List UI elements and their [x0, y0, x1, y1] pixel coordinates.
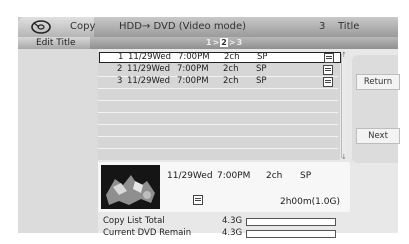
return-button[interactable]: Return	[356, 74, 400, 90]
detail-channel: 2ch	[266, 171, 283, 181]
memo-icon	[324, 53, 334, 63]
chevron-up-icon[interactable]: ↑	[341, 51, 347, 59]
title-channel: 2ch	[223, 76, 239, 86]
memo-icon	[323, 77, 333, 87]
next-button[interactable]: Next	[356, 128, 400, 144]
list-item-empty	[98, 136, 338, 149]
detail-date: 11/29Wed	[167, 171, 213, 181]
copy-screen: Copy HDD→ DVD (Video mode) 3 Title Edit …	[0, 0, 409, 244]
copy-list-total-value: 4.3G	[222, 216, 243, 226]
edit-title-label: Edit Title	[36, 38, 76, 48]
page-indicator: 1> 2 >3	[206, 38, 242, 47]
page-1[interactable]: 1	[206, 38, 212, 47]
title-channel: 2ch	[223, 64, 239, 74]
title-time: 7:00PM	[177, 76, 209, 86]
copy-label: Copy	[70, 21, 96, 32]
title-mode: SP	[256, 76, 267, 86]
current-dvd-remain-label: Current DVD Remain	[103, 228, 192, 238]
detail-mode: SP	[300, 171, 312, 181]
memo-icon	[193, 195, 203, 205]
page-2[interactable]: 2	[220, 38, 228, 47]
current-dvd-remain-value: 4.3G	[222, 228, 243, 238]
copy-list-total-bar	[246, 218, 336, 226]
right-sidebar	[352, 55, 398, 163]
detail-duration: 2h00m(1.0G)	[280, 197, 340, 207]
title-mode: SP	[257, 52, 268, 62]
current-dvd-remain-bar	[246, 230, 336, 238]
title-channel: 2ch	[224, 52, 240, 62]
title-count: 3	[319, 21, 326, 32]
page-sep: >	[212, 38, 220, 47]
memo-icon	[323, 65, 333, 75]
page-3[interactable]: 3	[237, 38, 243, 47]
list-item[interactable]: 1 11/29Wed 7:00PM 2ch SP	[99, 52, 341, 63]
chevron-down-icon[interactable]: ↓	[341, 153, 347, 161]
thumbnail-preview	[101, 165, 160, 209]
copy-list-total-label: Copy List Total	[103, 216, 165, 226]
disc-icon	[30, 19, 52, 35]
title-time: 7:00PM	[177, 64, 209, 74]
title-number: 2	[117, 64, 123, 74]
list-scrollbar[interactable]	[341, 54, 346, 158]
title-label: Title	[338, 21, 360, 32]
copy-mode-label: HDD→ DVD (Video mode)	[119, 21, 247, 32]
title-number: 1	[118, 52, 124, 62]
left-sidebar	[18, 49, 98, 233]
title-date: 11/29Wed	[127, 64, 171, 74]
title-time: 7:00PM	[178, 52, 210, 62]
title-date: 11/29Wed	[127, 76, 171, 86]
detail-time: 7:00PM	[217, 171, 251, 181]
title-date: 11/29Wed	[128, 52, 172, 62]
page-sep: >	[228, 38, 236, 47]
title-list: 1 11/29Wed 7:00PM 2ch SP 2 11/29Wed 7:00…	[98, 52, 341, 160]
title-number: 3	[117, 76, 123, 86]
title-mode: SP	[256, 64, 267, 74]
